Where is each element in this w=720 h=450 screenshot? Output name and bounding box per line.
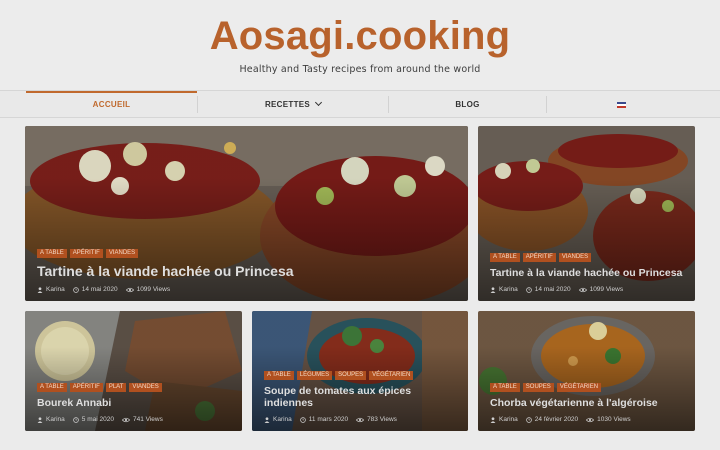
user-icon xyxy=(37,286,43,293)
post-date: 24 février 2020 xyxy=(534,416,579,423)
post-info: Karina 11 mars 2020 783 Views xyxy=(264,416,458,423)
post-title[interactable]: Chorba végétarienne à l'algéroise xyxy=(490,397,685,410)
tag[interactable]: VIANDES xyxy=(105,249,139,259)
post-info: Karina 24 février 2020 1030 Views xyxy=(490,416,685,423)
post-date: 11 mars 2020 xyxy=(308,416,349,423)
user-icon xyxy=(37,416,43,423)
nav-item-recettes[interactable]: RECETTES xyxy=(198,91,388,118)
post-title[interactable]: Tartine à la viande hachée ou Princesa xyxy=(37,263,458,280)
post-date: 14 mai 2020 xyxy=(81,286,118,293)
tag[interactable]: VÉGÉTARIEN xyxy=(369,370,414,380)
post-card[interactable]: A TABLE APÉRITIF PLAT VIANDES Bourek Ann… xyxy=(25,311,242,431)
nav-item-language[interactable] xyxy=(547,91,695,118)
post-info: Karina 14 mai 2020 1099 Views xyxy=(490,286,685,293)
post-views: 783 Views xyxy=(367,416,397,423)
post-tags: A TABLE APÉRITIF PLAT VIANDES xyxy=(37,383,232,393)
post-meta: A TABLE APÉRITIF PLAT VIANDES Bourek Ann… xyxy=(37,383,232,423)
clock-icon xyxy=(526,416,532,423)
post-title[interactable]: Tartine à la viande hachée ou Princesa xyxy=(490,267,685,280)
eye-icon xyxy=(356,417,365,422)
post-tags: A TABLE APÉRITIF VIANDES xyxy=(490,253,685,263)
tag[interactable]: VÉGÉTARIEN xyxy=(556,383,602,393)
main-nav: ACCUEIL RECETTES BLOG xyxy=(0,90,720,118)
nav-item-blog[interactable]: BLOG xyxy=(389,91,546,118)
post-author[interactable]: Karina xyxy=(499,416,518,423)
post-author[interactable]: Karina xyxy=(46,416,65,423)
chevron-down-icon xyxy=(314,98,323,107)
post-meta: A TABLE APÉRITIF VIANDES Tartine à la vi… xyxy=(490,253,685,293)
post-author[interactable]: Karina xyxy=(499,286,518,293)
eye-icon xyxy=(578,287,587,292)
tag[interactable]: APÉRITIF xyxy=(69,249,103,259)
tag[interactable]: A TABLE xyxy=(37,249,67,259)
post-date: 14 mai 2020 xyxy=(534,286,571,293)
eye-icon xyxy=(586,417,595,422)
post-author[interactable]: Karina xyxy=(273,416,292,423)
post-card[interactable]: A TABLE LÉGUMES SOUPES VÉGÉTARIEN Soupe … xyxy=(252,311,468,431)
tag[interactable]: PLAT xyxy=(105,383,127,393)
tag[interactable]: APÉRITIF xyxy=(522,253,556,263)
post-info: Karina 14 mai 2020 1099 Views xyxy=(37,286,458,293)
tag[interactable]: APÉRITIF xyxy=(69,383,103,393)
site-header: Aosagi.cooking Healthy and Tasty recipes… xyxy=(0,0,720,90)
post-meta: A TABLE LÉGUMES SOUPES VÉGÉTARIEN Soupe … xyxy=(264,370,458,423)
post-views: 1030 Views xyxy=(597,416,631,423)
eye-icon xyxy=(121,417,130,422)
uk-flag-icon xyxy=(616,101,626,108)
post-tags: A TABLE APÉRITIF VIANDES xyxy=(37,249,458,259)
site-logo[interactable]: Aosagi.cooking xyxy=(0,14,720,59)
user-icon xyxy=(490,416,496,423)
post-card[interactable]: A TABLE SOUPES VÉGÉTARIEN Chorba végétar… xyxy=(478,311,695,431)
nav-item-label: ACCUEIL xyxy=(92,100,131,109)
nav-item-accueil[interactable]: ACCUEIL xyxy=(26,91,197,118)
tag[interactable]: SOUPES xyxy=(522,383,554,393)
tag[interactable]: VIANDES xyxy=(558,253,592,263)
eye-icon xyxy=(125,287,134,292)
post-card[interactable]: A TABLE APÉRITIF VIANDES Tartine à la vi… xyxy=(478,126,695,301)
post-views: 1099 Views xyxy=(589,286,624,293)
tag[interactable]: A TABLE xyxy=(490,383,520,393)
post-views: 741 Views xyxy=(132,416,163,423)
post-card-featured[interactable]: A TABLE APÉRITIF VIANDES Tartine à la vi… xyxy=(25,126,468,301)
tag[interactable]: A TABLE xyxy=(490,253,520,263)
user-icon xyxy=(490,286,496,293)
post-title[interactable]: Bourek Annabi xyxy=(37,397,232,410)
post-meta: A TABLE SOUPES VÉGÉTARIEN Chorba végétar… xyxy=(490,383,685,423)
post-author[interactable]: Karina xyxy=(46,286,65,293)
nav-item-label: RECETTES xyxy=(264,100,311,109)
tag[interactable]: LÉGUMES xyxy=(296,370,333,380)
post-title[interactable]: Soupe de tomates aux épices indiennes xyxy=(264,385,458,410)
site-tagline: Healthy and Tasty recipes from around th… xyxy=(239,64,481,75)
tag[interactable]: VIANDES xyxy=(129,383,162,393)
tag[interactable]: SOUPES xyxy=(335,370,367,380)
post-views: 1099 Views xyxy=(136,286,171,293)
tag[interactable]: A TABLE xyxy=(264,370,294,380)
post-date: 5 mai 2020 xyxy=(81,416,114,423)
clock-icon xyxy=(73,416,79,423)
post-tags: A TABLE LÉGUMES SOUPES VÉGÉTARIEN xyxy=(264,370,458,380)
nav-item-label: BLOG xyxy=(455,100,480,109)
clock-icon xyxy=(526,286,532,293)
user-icon xyxy=(264,416,270,423)
post-tags: A TABLE SOUPES VÉGÉTARIEN xyxy=(490,383,685,393)
clock-icon xyxy=(73,286,79,293)
post-info: Karina 5 mai 2020 741 Views xyxy=(37,416,232,423)
tag[interactable]: A TABLE xyxy=(37,383,67,393)
clock-icon xyxy=(300,416,306,423)
post-meta: A TABLE APÉRITIF VIANDES Tartine à la vi… xyxy=(37,249,458,293)
